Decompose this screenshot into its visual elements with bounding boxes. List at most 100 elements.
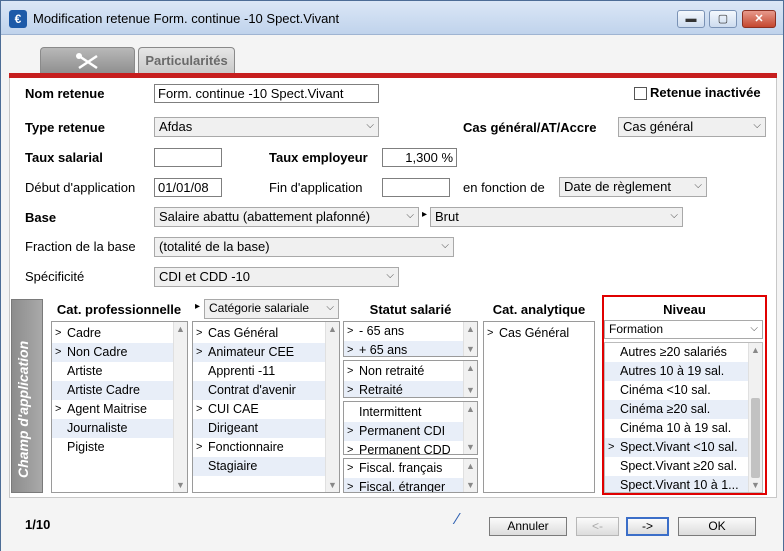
statut-contrat-list[interactable]: Intermittent > Permanent CDI > Permanent CDD… [343,401,478,455]
list-item[interactable]: Cinéma 10 à 19 sal. [605,419,762,438]
scrollbar[interactable]: ▲ ▼ [748,343,762,492]
title-bar[interactable]: € Modification retenue Form. continue -1… [1,1,783,35]
scroll-up-icon[interactable]: ▲ [328,324,337,334]
ok-button[interactable]: OK [678,517,756,536]
taux-employeur-input[interactable]: 1,300 % [382,148,457,167]
tab-general[interactable] [40,47,135,74]
close-button[interactable]: ✕ [742,10,776,28]
window-title: Modification retenue Form. continue -10 … [33,11,340,26]
scrollbar[interactable]: ▲ ▼ [463,322,477,356]
list-item[interactable]: Cinéma ≥20 sal. [605,400,762,419]
scroll-up-icon[interactable]: ▲ [176,324,185,334]
list-item[interactable]: > Permanent CDD [344,441,477,454]
list-item[interactable]: > Permanent CDI [344,422,477,441]
list-item[interactable]: > Agent Maitrise [52,400,187,419]
list-item[interactable]: > Fiscal. étranger [344,478,477,492]
list-item[interactable]: > - 65 ans [344,322,477,341]
niveau-select[interactable]: Formation ⌵ [604,320,763,339]
previous-button[interactable]: <- [576,517,619,536]
list-item-label: Autres ≥20 salariés [620,345,727,359]
base-select[interactable]: Salaire abattu (abattement plafonné) ⌵ [154,207,419,227]
list-item[interactable]: > Retraité [344,381,477,397]
list-item-label: Agent Maitrise [67,402,147,416]
specificite-select[interactable]: CDI et CDD -10 ⌵ [154,267,399,287]
list-item[interactable]: Spect.Vivant ≥20 sal. [605,457,762,476]
scroll-up-icon[interactable]: ▲ [466,404,475,414]
list-item[interactable]: > Spect.Vivant <10 sal. [605,438,762,457]
list-item[interactable]: Apprenti -11 [193,362,339,381]
list-item[interactable]: > + 65 ans [344,341,477,356]
fin-application-label: Fin d'application [269,180,363,195]
scrollbar[interactable]: ▲ ▼ [463,459,477,492]
scroll-down-icon[interactable]: ▼ [466,344,475,354]
fraction-base-select[interactable]: (totalité de la base) ⌵ [154,237,454,257]
list-item[interactable]: Intermittent [344,403,477,422]
list-item-label: Pigiste [67,440,105,454]
pen-icon[interactable]: ⁄ [456,511,459,529]
scroll-down-icon[interactable]: ▼ [466,480,475,490]
scrollbar[interactable]: ▲ ▼ [173,322,187,492]
list-item[interactable]: > Cas Général [484,324,594,343]
list-item[interactable]: Cinéma <10 sal. [605,381,762,400]
fin-application-input[interactable] [382,178,450,197]
list-item[interactable]: Contrat d'avenir [193,381,339,400]
tab-bar: Particularités [2,36,782,74]
en-fonction-de-select[interactable]: Date de règlement ⌵ [559,177,707,197]
list-item[interactable]: > Cadre [52,324,187,343]
scrollbar[interactable]: ▲ ▼ [463,402,477,454]
scroll-down-icon[interactable]: ▼ [176,480,185,490]
cat-salariale-select[interactable]: Catégorie salariale ⌵ [204,299,339,319]
cat-sal-list[interactable]: > Cas Général > Animateur CEE Apprenti -11 Co… [192,321,340,493]
statut-retraite-list[interactable]: > Non retraité > Retraité ▲ ▼ [343,360,478,398]
niveau-list[interactable]: Autres ≥20 salariés Autres 10 à 19 sal. Ci… [604,342,763,493]
cat-pro-list[interactable]: > Cadre > Non Cadre Artiste Artiste Cadre > Age… [51,321,188,493]
scroll-down-icon[interactable]: ▼ [466,385,475,395]
list-item[interactable]: > Non Cadre [52,343,187,362]
list-item[interactable]: Autres ≥20 salariés [605,343,762,362]
list-item[interactable]: > Fiscal. français [344,459,477,478]
cat-ana-list[interactable]: > Cas Général [483,321,595,493]
scroll-thumb[interactable] [751,398,760,478]
minimize-button[interactable]: ▬ [677,10,705,28]
scroll-down-icon[interactable]: ▼ [328,480,337,490]
taux-salarial-input[interactable] [154,148,222,167]
base-type-select[interactable]: Brut ⌵ [430,207,683,227]
statut-age-list[interactable]: > - 65 ans > + 65 ans ▲ ▼ [343,321,478,357]
list-item[interactable]: Autres 10 à 19 sal. [605,362,762,381]
list-item[interactable]: > Non retraité [344,362,477,381]
scroll-up-icon[interactable]: ▲ [466,363,475,373]
scroll-down-icon[interactable]: ▼ [751,480,760,490]
list-item[interactable]: Artiste Cadre [52,381,187,400]
cas-general-select[interactable]: Cas général ⌵ [618,117,766,137]
annuler-button[interactable]: Annuler [489,517,567,536]
list-item[interactable]: > Fonctionnaire [193,438,339,457]
scroll-up-icon[interactable]: ▲ [466,461,475,471]
scroll-down-icon[interactable]: ▼ [466,442,475,452]
list-item[interactable]: Pigiste [52,438,187,457]
list-item[interactable]: Journaliste [52,419,187,438]
type-retenue-select[interactable]: Afdas ⌵ [154,117,379,137]
debut-application-input[interactable]: 01/01/08 [154,178,222,197]
tab-particularites[interactable]: Particularités [138,47,235,74]
list-item[interactable]: Artiste [52,362,187,381]
list-item[interactable]: > Cas Général [193,324,339,343]
selected-marker: > [347,462,354,474]
scrollbar[interactable]: ▲ ▼ [325,322,339,492]
fraction-base-value: (totalité de la base) [159,239,270,254]
list-item[interactable]: > CUI CAE [193,400,339,419]
list-item[interactable]: Spect.Vivant 10 à 1... [605,476,762,492]
maximize-button[interactable]: ▢ [709,10,737,28]
scroll-up-icon[interactable]: ▲ [751,345,760,355]
scroll-up-icon[interactable]: ▲ [466,324,475,334]
list-item-label: Animateur CEE [208,345,295,359]
list-item[interactable]: Stagiaire [193,457,339,476]
statut-fiscal-list[interactable]: > Fiscal. français > Fiscal. étranger ▲ ▼ [343,458,478,493]
arrow-right-icon: ▸ [422,209,428,220]
champ-application-sidebar: Champ d'application [11,299,43,493]
list-item[interactable]: > Animateur CEE [193,343,339,362]
next-button[interactable]: -> [626,517,669,536]
list-item[interactable]: Dirigeant [193,419,339,438]
nom-retenue-input[interactable]: Form. continue -10 Spect.Vivant [154,84,379,103]
scrollbar[interactable]: ▲ ▼ [463,361,477,397]
retenue-inactivee-checkbox[interactable] [634,87,647,100]
